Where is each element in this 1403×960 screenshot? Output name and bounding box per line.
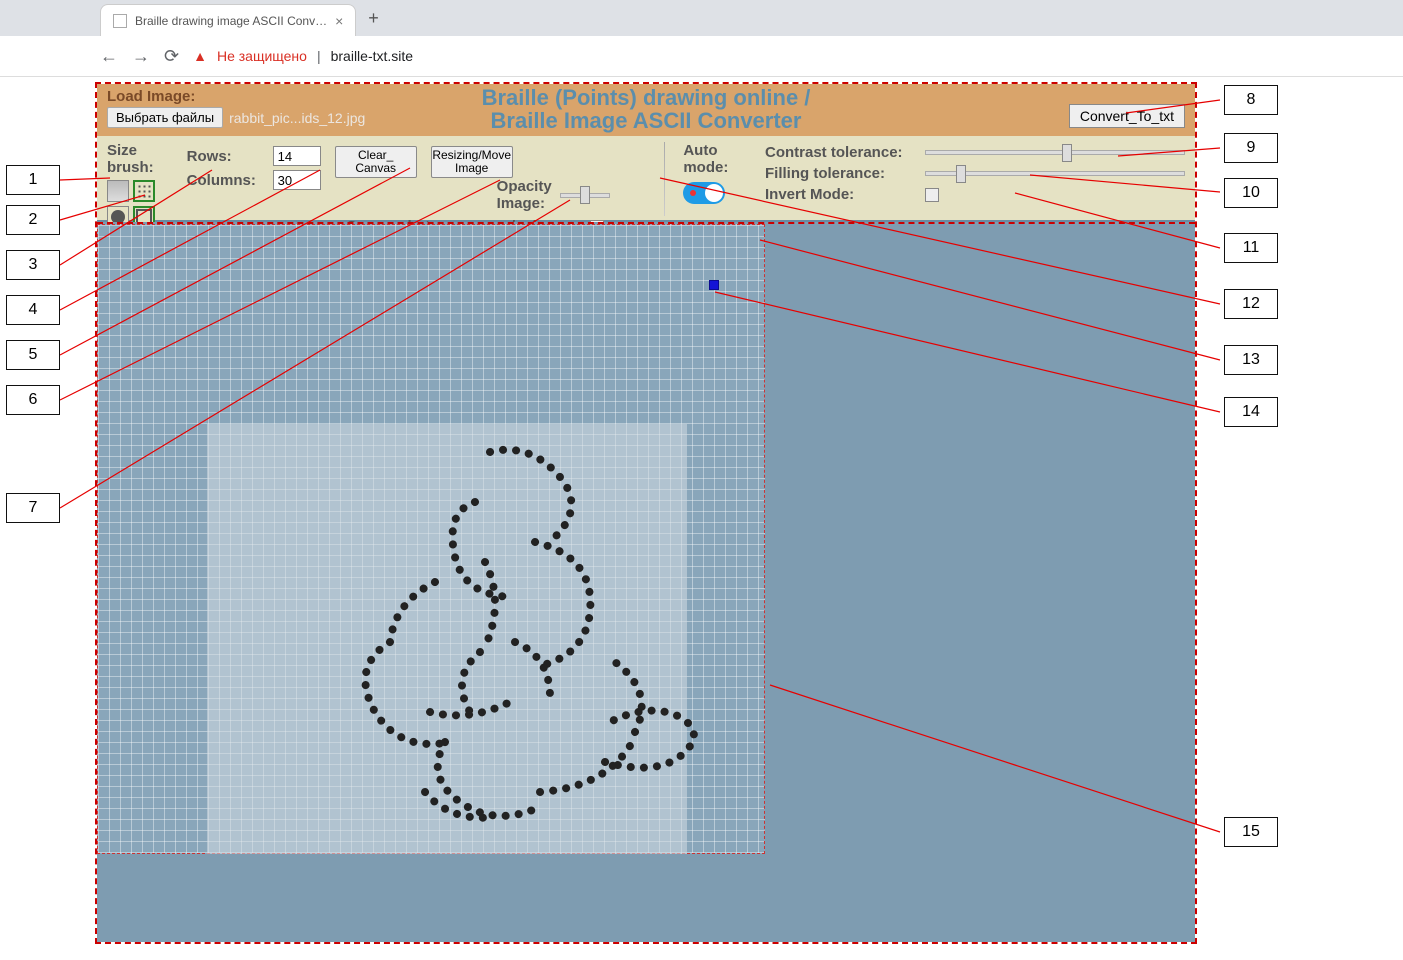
auto-mode-toggle[interactable] xyxy=(683,182,725,204)
convert-to-txt-button[interactable]: Convert_To_txt xyxy=(1069,104,1185,128)
forward-icon[interactable]: → xyxy=(132,46,150,67)
callout-7: 7 xyxy=(6,493,60,523)
columns-input[interactable] xyxy=(273,170,321,190)
page-icon xyxy=(113,14,127,28)
browser-tab[interactable]: Braille drawing image ASCII Conv… × xyxy=(100,4,356,36)
callout-10: 10 xyxy=(1224,178,1278,208)
security-warning-text: Не защищено xyxy=(217,48,307,64)
callout-14: 14 xyxy=(1224,397,1278,427)
tab-title: Braille drawing image ASCII Conv… xyxy=(135,14,327,28)
braille-dots-rabbit xyxy=(285,432,715,852)
toolbar-separator xyxy=(664,142,666,216)
callout-8: 8 xyxy=(1224,85,1278,115)
canvas-area[interactable] xyxy=(97,222,1195,942)
callout-9: 9 xyxy=(1224,133,1278,163)
callout-12: 12 xyxy=(1224,289,1278,319)
load-image-label: Load Image: xyxy=(107,88,365,105)
size-brush-block: Size brush: xyxy=(107,142,173,228)
file-row: Выбрать файлы rabbit_pic...ids_12.jpg xyxy=(107,107,365,128)
url-box[interactable]: ▲ Не защищено | braille-txt.site xyxy=(193,48,413,64)
address-bar: ← → ⟳ ▲ Не защищено | braille-txt.site xyxy=(0,36,1403,76)
toolbar: Size brush: Rows: Columns: Clear_ Canvas xyxy=(97,136,1195,222)
brush-dots-icon[interactable] xyxy=(133,180,155,202)
clear-canvas-button[interactable]: Clear_ Canvas xyxy=(335,146,417,178)
filling-tolerance-label: Filling tolerance: xyxy=(765,165,915,182)
warning-icon: ▲ xyxy=(193,48,207,64)
tab-bar: Braille drawing image ASCII Conv… × + xyxy=(0,0,1403,36)
rows-cols-block: Rows: Columns: xyxy=(187,146,321,190)
callout-3: 3 xyxy=(6,250,60,280)
callout-2: 2 xyxy=(6,205,60,235)
callout-1: 1 xyxy=(6,165,60,195)
tolerance-block: Contrast tolerance: Filling tolerance: I… xyxy=(765,144,1185,203)
close-tab-icon[interactable]: × xyxy=(335,13,343,29)
app-frame: Load Image: Выбрать файлы rabbit_pic...i… xyxy=(95,82,1197,944)
columns-label: Columns: xyxy=(187,172,265,189)
callout-13: 13 xyxy=(1224,345,1278,375)
app-header: Load Image: Выбрать файлы rabbit_pic...i… xyxy=(97,84,1195,136)
filling-tolerance-slider[interactable] xyxy=(925,171,1185,176)
reload-icon[interactable]: ⟳ xyxy=(164,46,179,67)
callout-5: 5 xyxy=(6,340,60,370)
browser-chrome: Braille drawing image ASCII Conv… × + ← … xyxy=(0,0,1403,77)
callout-15: 15 xyxy=(1224,817,1278,847)
rows-label: Rows: xyxy=(187,148,265,165)
contrast-tolerance-label: Contrast tolerance: xyxy=(765,144,915,161)
contrast-tolerance-slider[interactable] xyxy=(925,150,1185,155)
resize-handle[interactable] xyxy=(709,280,719,290)
size-brush-label: Size brush: xyxy=(107,142,173,176)
auto-mode-label: Auto mode: xyxy=(683,142,751,176)
opacity-image-slider[interactable] xyxy=(560,193,610,198)
url-text: braille-txt.site xyxy=(331,48,413,64)
back-icon[interactable]: ← xyxy=(100,46,118,67)
rows-input[interactable] xyxy=(273,146,321,166)
opacity-image-label: Opacity Image: xyxy=(497,178,552,212)
callout-6: 6 xyxy=(6,385,60,415)
invert-mode-checkbox[interactable] xyxy=(925,188,939,202)
callout-4: 4 xyxy=(6,295,60,325)
resize-move-image-button[interactable]: Resizing/Move Image xyxy=(431,146,513,178)
separator: | xyxy=(317,48,321,64)
auto-mode-block: Auto mode: xyxy=(683,142,751,204)
chosen-file-name: rabbit_pic...ids_12.jpg xyxy=(229,110,365,126)
brush-solid-icon[interactable] xyxy=(107,180,129,202)
callout-11: 11 xyxy=(1224,233,1278,263)
invert-mode-label: Invert Mode: xyxy=(765,186,915,203)
new-tab-button[interactable]: + xyxy=(368,8,379,29)
load-image-block: Load Image: Выбрать файлы rabbit_pic...i… xyxy=(107,88,365,128)
choose-file-button[interactable]: Выбрать файлы xyxy=(107,107,223,128)
